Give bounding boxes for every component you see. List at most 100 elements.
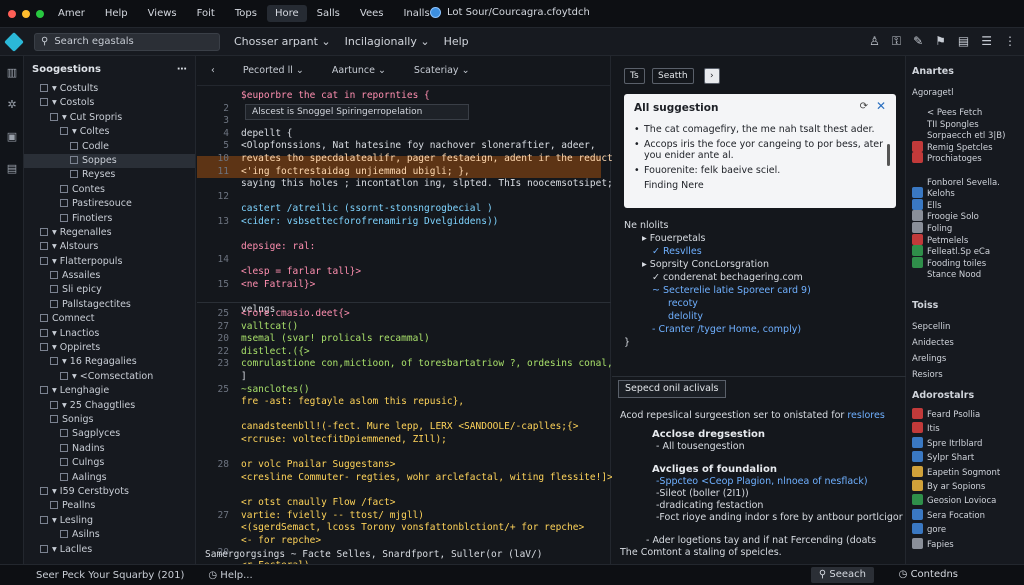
right-list-item[interactable]: < Pees Fetch — [912, 106, 982, 118]
lower-list-item[interactable]: - Ader logetions tay and if nat Fercendi… — [646, 535, 876, 546]
right-list-item[interactable]: Petmelels — [912, 233, 968, 246]
tree-item[interactable]: ▾ <Comsectation — [24, 370, 195, 384]
suggestion-tree-item[interactable]: ✓ conderenat bechagering.com — [652, 272, 803, 283]
suggestion-tree-item[interactable]: ✓ Resvlles — [652, 246, 702, 257]
tree-item[interactable]: Peallns — [24, 499, 195, 513]
suggestion-tree-item[interactable]: } — [624, 337, 630, 348]
right-list-item[interactable]: Geosion Lovioca — [912, 494, 996, 506]
suggestion-tree-item[interactable]: ▸ Soprsity ConcLorsgration — [642, 259, 769, 270]
menu-item[interactable]: Vees — [350, 8, 394, 19]
tree-item[interactable]: Sli epicy — [24, 283, 195, 297]
tree-item[interactable]: ▾ Costults — [24, 82, 195, 96]
menu-item[interactable]: Help — [95, 8, 138, 19]
card-item[interactable]: The cat comagefiry, the me nah tsalt the… — [634, 124, 886, 135]
tree-item[interactable]: ▾ I59 Cerstbyots — [24, 485, 195, 499]
select-activals-button[interactable]: Sepecd onil aclivals — [618, 380, 726, 398]
suggestion-tree-item[interactable]: recoty — [668, 298, 698, 309]
back-icon[interactable]: ‹ — [197, 65, 229, 76]
right-list-item[interactable]: Ells — [912, 198, 942, 211]
card-item[interactable]: Accops iris the foce yor cangeing to por… — [634, 139, 886, 161]
close-window-button[interactable] — [8, 9, 16, 18]
right-list-item[interactable]: Kelohs — [912, 187, 955, 199]
tab-scateriay[interactable]: Scateriay ⌄ — [400, 65, 484, 76]
right-section-header[interactable]: Adorostalrs — [912, 390, 974, 401]
right-section-header[interactable]: Toiss — [912, 300, 938, 311]
right-list-item[interactable]: Felleatl.Sp eCa — [912, 245, 990, 257]
tree-item[interactable]: ▾ Laclles — [24, 543, 195, 557]
contents-button[interactable]: ◷ Contedns — [899, 569, 958, 580]
right-list-item[interactable]: Froogie Solo — [912, 210, 979, 222]
extensions-icon[interactable]: ▣ — [0, 120, 24, 152]
tab-aartunce[interactable]: Aartunce ⌄ — [318, 65, 400, 76]
tree-item[interactable]: ▾ Oppirets — [24, 341, 195, 355]
card-scrollbar[interactable] — [887, 144, 890, 166]
debug-icon[interactable]: ✲ — [0, 88, 24, 120]
tree-item[interactable]: Contes — [24, 183, 195, 197]
tree-item[interactable]: Finotiers — [24, 212, 195, 226]
right-list-item[interactable]: By ar Sopions — [912, 480, 985, 492]
tree-item[interactable]: ▾ Coltes — [24, 125, 195, 139]
maximize-window-button[interactable] — [36, 9, 44, 18]
right-list-item[interactable]: Fapies — [912, 537, 954, 550]
tree-item[interactable]: Comnect — [24, 312, 195, 326]
right-list-item[interactable]: Prochiatoges — [912, 152, 982, 164]
suggestion-tree-item[interactable]: delolity — [668, 311, 703, 322]
panel-icon[interactable]: ▤ — [958, 34, 969, 49]
minimize-window-button[interactable] — [22, 9, 30, 18]
menu-item[interactable]: Views — [138, 8, 187, 19]
tree-item[interactable]: Sagplyces — [24, 427, 195, 441]
right-list-item[interactable]: Fooding toiles — [912, 256, 986, 269]
menu-item[interactable]: Hore — [266, 5, 307, 22]
ts-button[interactable]: Ts — [624, 68, 645, 84]
menu-item[interactable]: Amer — [48, 8, 95, 19]
right-search-input[interactable]: Agoragetl — [912, 88, 953, 98]
lower-list-item[interactable]: - All tousengestion — [656, 441, 745, 452]
tree-item[interactable]: Aalings — [24, 471, 195, 485]
right-list-item[interactable]: gore — [912, 523, 946, 535]
chooser-dropdown[interactable]: Chosser arpant ⌄ — [234, 35, 331, 48]
tree-item[interactable]: Culngs — [24, 456, 195, 470]
tree-item[interactable]: Pallstagectites — [24, 298, 195, 312]
suggestion-tree-item[interactable]: Ne nlolits — [624, 220, 668, 231]
tree-item[interactable]: Asilns — [24, 528, 195, 542]
tree-item[interactable]: Nadins — [24, 442, 195, 456]
right-list-item[interactable]: Sera Focation — [912, 508, 985, 521]
right-list-item[interactable]: Resiors — [912, 370, 943, 380]
more-icon[interactable]: ⋮ — [1004, 34, 1016, 49]
more-icon[interactable]: ⋯ — [177, 64, 187, 75]
tree-item[interactable]: ▾ 16 Regagalies — [24, 355, 195, 369]
tab-pecorted[interactable]: Pecorted ll ⌄ — [229, 65, 318, 76]
right-list-item[interactable]: Sepcellin — [912, 322, 950, 332]
search-input[interactable]: ⚲ Search egastals — [34, 32, 220, 51]
card-footer[interactable]: Finding Nere — [634, 180, 886, 191]
incilagionally-dropdown[interactable]: Incilagionally ⌄ — [345, 35, 430, 48]
lower-list-item[interactable]: The Comtont a staling of speicles. — [620, 547, 782, 558]
right-section-header[interactable]: Anartes — [912, 66, 954, 77]
close-icon[interactable]: ✕ — [876, 99, 886, 113]
tree-item[interactable]: ▾ Lnactios — [24, 327, 195, 341]
right-list-item[interactable]: Eapetin Sogmont — [912, 465, 1000, 478]
tree-item[interactable]: ▾ Costols — [24, 96, 195, 110]
right-list-item[interactable]: Sorpaecch etl 3|B) — [912, 129, 1005, 141]
edit-icon[interactable]: ✎ — [913, 34, 923, 49]
tree-item[interactable]: Soppes — [24, 153, 195, 169]
tree-item[interactable]: Assailes — [24, 269, 195, 283]
status-search-button[interactable]: ⚲ Seeach — [810, 567, 874, 583]
right-list-item[interactable]: Feard Psollia — [912, 408, 980, 420]
menu-item[interactable]: Foit — [187, 8, 225, 19]
top-code-pane[interactable]: $euporbre the cat in repornties {2 3 4 dep… — [197, 90, 636, 317]
tree-item[interactable]: Pastiresouce — [24, 197, 195, 211]
tree-item[interactable]: Codle — [24, 140, 195, 154]
pane-divider[interactable] — [197, 302, 611, 303]
lower-list-item[interactable]: -Sileot (boller (2I1)) — [656, 488, 749, 499]
tree-item[interactable]: ▾ Flatterpopuls — [24, 255, 195, 269]
right-list-item[interactable]: Foling — [912, 222, 952, 234]
right-list-item[interactable] — [912, 164, 927, 176]
notes-icon[interactable]: ▤ — [0, 152, 24, 184]
tree-item[interactable]: ▾ Lenghagie — [24, 384, 195, 398]
lower-heading-link[interactable]: reslores — [847, 410, 884, 421]
right-list-item[interactable]: Arelings — [912, 354, 946, 364]
tree-item[interactable]: Reyses — [24, 168, 195, 182]
next-button[interactable]: › — [704, 68, 720, 84]
lower-list-item[interactable]: -Sppcteo <Ceop Plagion, nlnoea of nesfla… — [656, 476, 868, 487]
